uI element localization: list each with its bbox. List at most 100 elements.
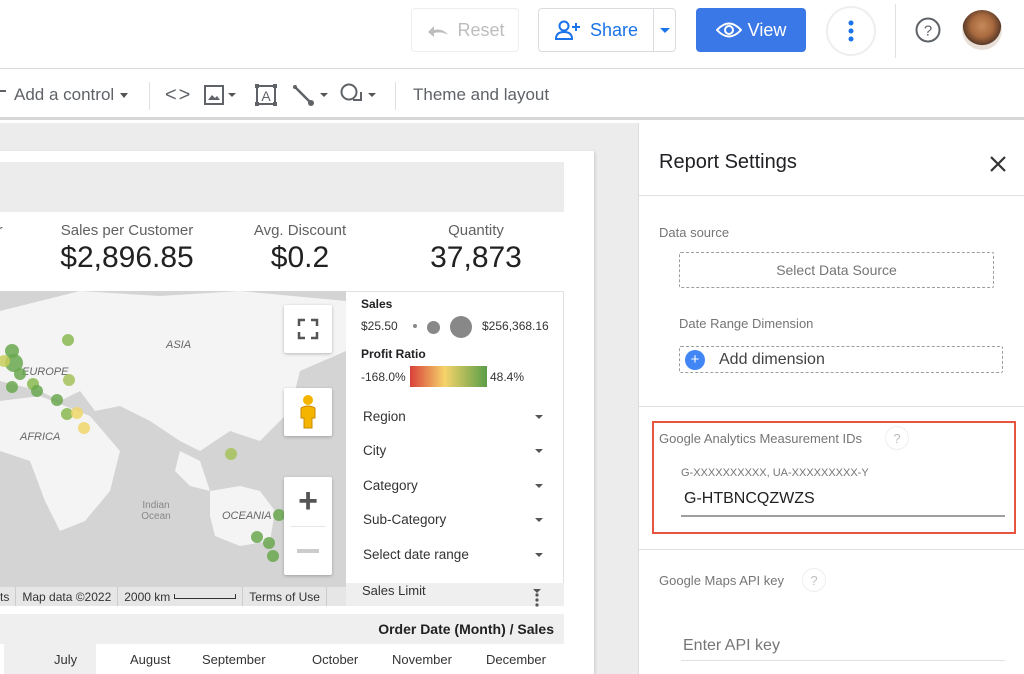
line-menu[interactable] bbox=[291, 70, 328, 120]
kpi-quantity[interactable]: Quantity 37,873 bbox=[401, 222, 551, 275]
map-data-attribution: Map data ©2022 bbox=[16, 587, 119, 606]
reset-button[interactable]: Reset bbox=[411, 8, 519, 52]
zoom-in-button[interactable]: + bbox=[284, 478, 332, 526]
sub-category-filter[interactable]: Sub-Category bbox=[363, 512, 543, 527]
more-vert-icon[interactable] bbox=[535, 593, 539, 607]
data-source-label: Data source bbox=[659, 225, 730, 240]
chevron-down-icon bbox=[660, 27, 670, 33]
more-vert-icon bbox=[848, 20, 854, 42]
chevron-down-icon bbox=[228, 93, 236, 97]
ga-measurement-id-input[interactable]: G-HTBNCQZWZS bbox=[681, 485, 1005, 517]
report-settings-panel: Report Settings Data source Select Data … bbox=[638, 123, 1024, 674]
keyboard-shortcuts-link[interactable]: ts bbox=[0, 587, 17, 606]
top-app-bar: Reset Share View ? bbox=[0, 0, 1024, 69]
region-filter[interactable]: Region bbox=[363, 409, 543, 424]
date-range-control[interactable]: Select date range bbox=[363, 547, 543, 562]
month-cell-highlight bbox=[4, 644, 96, 674]
fullscreen-icon bbox=[297, 318, 319, 340]
bubble bbox=[6, 381, 18, 393]
ga-input-hint: G-XXXXXXXXXX, UA-XXXXXXXXX-Y bbox=[681, 467, 869, 479]
bubble bbox=[267, 550, 279, 562]
scale-bar bbox=[174, 594, 237, 599]
category-filter[interactable]: Category bbox=[363, 478, 543, 493]
bubble bbox=[71, 407, 83, 419]
share-button[interactable]: Share bbox=[539, 9, 653, 51]
kpi-sales-per-customer[interactable]: Sales per Customer $2,896.85 bbox=[52, 222, 202, 275]
terms-of-use-link[interactable]: Terms of Use bbox=[243, 587, 327, 606]
minus-icon bbox=[297, 548, 319, 553]
bubble bbox=[51, 394, 63, 406]
pivot-table-months-row: July August September October November D… bbox=[0, 644, 564, 674]
zoom-controls: + bbox=[284, 477, 332, 575]
add-dimension-button[interactable]: + Add dimension bbox=[679, 346, 1003, 373]
bubble bbox=[62, 334, 74, 346]
kpi-partial: r bbox=[0, 222, 6, 239]
avatar[interactable] bbox=[962, 10, 1002, 50]
eye-icon bbox=[715, 22, 742, 38]
panel-title: Report Settings bbox=[659, 151, 797, 173]
more-options-button[interactable] bbox=[826, 6, 876, 56]
divider bbox=[639, 406, 1024, 407]
embed-code-icon[interactable]: <> bbox=[165, 70, 192, 120]
month-header[interactable]: August bbox=[130, 652, 170, 667]
legend-profit-min: -168.0% bbox=[361, 370, 406, 384]
month-header[interactable]: December bbox=[486, 652, 546, 667]
maps-api-key-input[interactable]: Enter API key bbox=[681, 633, 1005, 661]
month-header[interactable]: July bbox=[54, 652, 77, 667]
bubble bbox=[263, 537, 275, 549]
bubble bbox=[31, 385, 43, 397]
share-button-group: Share bbox=[538, 8, 676, 52]
map-scale: 2000 km bbox=[118, 587, 244, 606]
chevron-down-icon bbox=[535, 552, 543, 557]
kpi-label: Avg. Discount bbox=[253, 222, 347, 239]
legend-sales-max: $256,368.16 bbox=[482, 319, 549, 333]
month-header[interactable]: October bbox=[312, 652, 358, 667]
help-icon[interactable]: ? bbox=[914, 16, 942, 44]
kpi-avg-discount[interactable]: Avg. Discount $0.2 bbox=[225, 222, 375, 275]
text-box-icon[interactable]: A bbox=[254, 70, 278, 120]
add-control-menu[interactable]: Add a control bbox=[0, 70, 129, 120]
undo-icon bbox=[428, 26, 449, 37]
pivot-table-title: Order Date (Month) / Sales bbox=[378, 621, 554, 637]
map-footer: ts Map data ©2022 2000 km Terms of Use bbox=[0, 587, 346, 606]
kpi-label: Quantity bbox=[448, 222, 504, 239]
bubble bbox=[225, 448, 237, 460]
divider bbox=[895, 4, 896, 58]
chevron-down-icon bbox=[535, 448, 543, 453]
size-dot-large bbox=[450, 316, 472, 338]
street-view-button[interactable] bbox=[284, 388, 332, 436]
sales-limit-control[interactable]: Sales Limit bbox=[346, 583, 564, 607]
view-button[interactable]: View bbox=[696, 8, 806, 52]
theme-and-layout-button[interactable]: Theme and layout bbox=[413, 70, 549, 120]
shape-menu[interactable] bbox=[339, 70, 376, 120]
date-range-dimension-label: Date Range Dimension bbox=[679, 316, 814, 331]
chevron-down-icon bbox=[535, 517, 543, 522]
legend-sales-title: Sales bbox=[361, 297, 393, 311]
city-filter[interactable]: City bbox=[363, 443, 543, 458]
map-legend-panel: Sales $25.50 $256,368.16 Profit Ratio -1… bbox=[346, 291, 564, 607]
filter-icon bbox=[0, 90, 6, 100]
month-header[interactable]: November bbox=[392, 652, 452, 667]
bubble-map[interactable]: ASIA EUROPE AFRICA OCEANIA Indian Ocean … bbox=[0, 291, 346, 606]
bubble bbox=[251, 531, 263, 543]
chevron-down-icon bbox=[320, 93, 328, 97]
add-control-label: Add a control bbox=[14, 85, 115, 104]
legend-sales-min: $25.50 bbox=[361, 319, 398, 333]
legend-profit-title: Profit Ratio bbox=[361, 347, 426, 361]
image-menu[interactable] bbox=[203, 70, 236, 120]
bubble bbox=[78, 422, 90, 434]
zoom-out-button[interactable] bbox=[284, 527, 332, 575]
ga-measurement-ids-label: Google Analytics Measurement IDs bbox=[659, 431, 863, 446]
bubble bbox=[14, 368, 26, 380]
help-icon[interactable]: ? bbox=[802, 568, 826, 592]
select-data-source-button[interactable]: Select Data Source bbox=[679, 252, 994, 288]
theme-layout-label: Theme and layout bbox=[413, 85, 550, 104]
google-maps-api-key-label: Google Maps API key bbox=[659, 573, 785, 588]
chevron-down-icon bbox=[535, 483, 543, 488]
fullscreen-button[interactable] bbox=[284, 305, 332, 353]
month-header[interactable]: September bbox=[202, 652, 266, 667]
help-icon[interactable]: ? bbox=[885, 426, 909, 450]
share-dropdown-button[interactable] bbox=[653, 9, 676, 51]
kpi-value: $0.2 bbox=[270, 241, 330, 274]
close-icon[interactable] bbox=[989, 155, 1007, 173]
